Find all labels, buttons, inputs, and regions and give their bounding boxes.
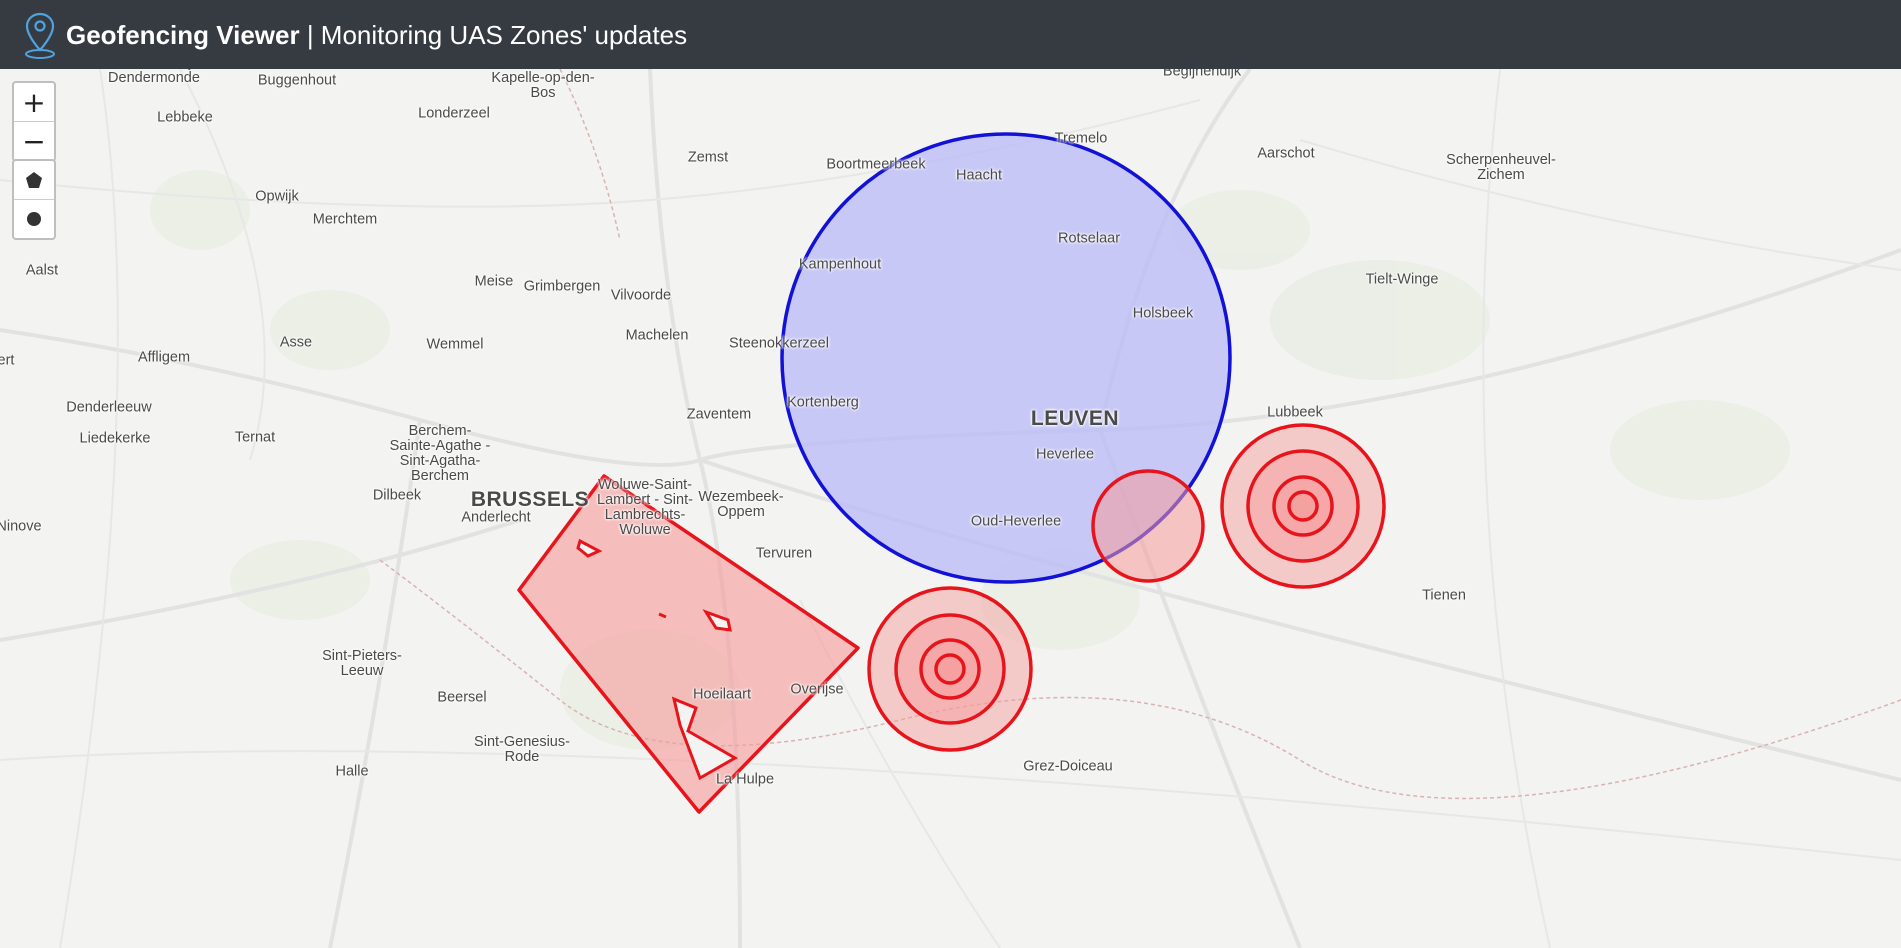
- place-label: Overijse: [790, 681, 844, 698]
- city-label: LEUVEN: [1030, 407, 1120, 430]
- place-label: Lebbeke: [157, 109, 213, 126]
- place-label: Scherpenheuvel- Zichem: [1446, 152, 1556, 183]
- place-label: Woluwe-Saint- Lambert - Sint- Lambrechts- W…: [597, 477, 693, 538]
- app-title-bold: Geofencing Viewer: [66, 19, 300, 50]
- place-label: Oud-Heverlee: [970, 513, 1062, 530]
- place-label: Affligem: [137, 349, 191, 366]
- place-label: Tielt-Winge: [1365, 271, 1439, 288]
- place-label: Machelen: [625, 327, 689, 344]
- place-label: Aarschot: [1257, 145, 1315, 162]
- place-label: Liedekerke: [79, 430, 151, 447]
- place-label: Holsbeek: [1132, 305, 1194, 322]
- app-title: Geofencing Viewer | Monitoring UAS Zones…: [66, 22, 687, 48]
- app-header: Geofencing Viewer | Monitoring UAS Zones…: [0, 0, 1901, 69]
- place-label: Dilbeek: [372, 487, 422, 504]
- place-label: Kortenberg: [787, 394, 859, 411]
- place-label: Begijnendijk: [1162, 69, 1242, 80]
- circle-icon: [27, 212, 41, 226]
- pentagon-icon: [26, 172, 42, 188]
- place-label: Grez-Doiceau: [1023, 758, 1113, 775]
- place-label: Aalst: [25, 262, 59, 279]
- uas-zone-restricted-circle[interactable]: [1091, 469, 1205, 583]
- place-label: Sint-Genesius- Rode: [474, 734, 570, 765]
- place-label: Halle: [335, 763, 369, 780]
- zoom-out-button[interactable]: −: [14, 121, 54, 160]
- place-label: Sint-Gillis-bij-Dendermonde: [108, 69, 200, 86]
- draw-control: [12, 159, 56, 240]
- place-label: Wemmel: [426, 336, 484, 353]
- place-label: Kapelle-op-den- Bos: [491, 70, 595, 101]
- app-subtitle: | Monitoring UAS Zones' updates: [299, 19, 688, 50]
- place-label: Denderleeuw: [66, 399, 152, 416]
- uas-zone-leuven[interactable]: [1220, 423, 1386, 589]
- map-pin-icon: [20, 8, 60, 62]
- place-label: Opwijk: [255, 188, 299, 205]
- place-label: Lubbeek: [1267, 404, 1323, 421]
- place-label: Buggenhout: [257, 72, 337, 89]
- place-label: Tienen: [1422, 587, 1466, 604]
- place-label: Zaventem: [686, 406, 752, 423]
- map-view[interactable]: Sint-Gillis-bij-Dendermonde Buggenhout Kap…: [0, 69, 1901, 948]
- place-label: Steenokkerzeel: [729, 335, 829, 352]
- draw-polygon-button[interactable]: [14, 161, 54, 199]
- place-label: Zemst: [687, 149, 729, 166]
- place-label: Hoeilaart: [692, 686, 752, 703]
- place-label: Heverlee: [1035, 446, 1095, 463]
- place-label: Londerzeel: [418, 105, 490, 122]
- place-label: Sint-Pieters- Leeuw: [322, 648, 402, 679]
- place-label: Kampenhout: [798, 256, 882, 273]
- place-label: Beersel: [437, 689, 487, 706]
- place-label: Anderlecht: [461, 509, 531, 526]
- place-label: Ninove: [0, 518, 42, 535]
- place-label: La Hulpe: [715, 771, 775, 788]
- place-label: Boortmeerbeek: [826, 156, 926, 173]
- place-label: Tervuren: [755, 545, 813, 562]
- place-label: Meise: [474, 273, 514, 290]
- place-label: Ternat: [234, 429, 276, 446]
- place-label: Wezembeek- Oppem: [698, 489, 784, 520]
- place-label: Haacht: [956, 167, 1002, 184]
- place-label: ert: [0, 352, 15, 369]
- zoom-control: + −: [12, 81, 56, 162]
- city-label: BRUSSELS: [470, 488, 590, 511]
- place-label: Berchem- Sainte-Agathe - Sint-Agatha- Berch…: [389, 423, 491, 484]
- uas-zone-tervuren[interactable]: [867, 586, 1033, 752]
- place-label: Grimbergen: [523, 278, 601, 295]
- draw-circle-button[interactable]: [14, 199, 54, 238]
- place-label: Merchtem: [312, 211, 378, 228]
- place-label: Rotselaar: [1057, 230, 1121, 247]
- place-label: Asse: [279, 334, 313, 351]
- place-label: Vilvoorde: [610, 287, 672, 304]
- place-label: Tremelo: [1054, 130, 1108, 147]
- zoom-in-button[interactable]: +: [14, 83, 54, 121]
